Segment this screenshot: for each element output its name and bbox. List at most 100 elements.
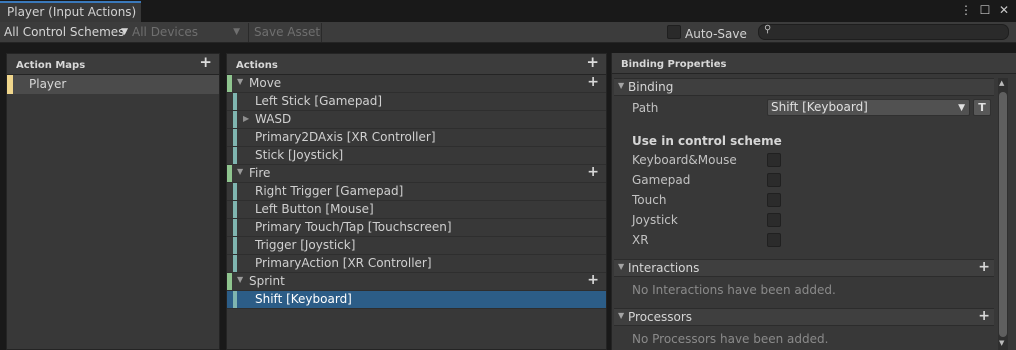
binding-label: Stick [Joystick] [255,148,344,162]
action-label: Sprint [249,274,285,288]
scheme-checkbox-keyboard-mouse[interactable] [767,153,781,167]
binding-label: WASD [255,112,292,126]
foldout-expanded-icon[interactable]: ▼ [237,167,243,176]
binding-label: Primary Touch/Tap [Touchscreen] [255,220,452,234]
actions-pane: Actions + ▼ Move + Left Stick [Gamepad] ▶ WAS… [226,53,607,350]
actions-header: Actions + [227,54,606,75]
path-label: Path [632,101,659,115]
processors-section-label: Processors [628,310,693,324]
foldout-expanded-icon: ▼ [618,262,625,271]
window-tab[interactable]: Player (Input Actions) [0,1,141,22]
action-maps-header: Action Maps + [7,54,219,75]
control-scheme-dropdown[interactable]: All Control Schemes ▼ [4,23,130,42]
window-tab-title: Player (Input Actions) [7,5,137,19]
close-icon[interactable]: ✕ [998,3,1010,17]
binding-color-bar [233,111,237,128]
interactions-section-header[interactable]: ▼ Interactions + [614,259,994,277]
binding-properties-title: Binding Properties [621,59,727,70]
binding-section-label: Binding [628,80,674,94]
binding-color-bar [233,129,237,146]
binding-label: Shift [Keyboard] [255,292,352,306]
add-processor-icon[interactable]: + [978,308,990,324]
scheme-label-joystick: Joystick [632,213,678,227]
binding-color-bar [233,201,237,218]
interactions-empty-note: No Interactions have been added. [632,283,836,297]
binding-label: Primary2DAxis [XR Controller] [255,130,436,144]
add-interaction-icon[interactable]: + [978,259,990,275]
devices-dropdown[interactable]: All Devices ▼ [132,23,242,42]
save-asset-button[interactable]: Save Asset [248,23,322,42]
add-binding-icon[interactable]: + [587,74,599,90]
scheme-checkbox-joystick[interactable] [767,213,781,227]
path-value: Shift [Keyboard] [771,100,868,114]
foldout-expanded-icon: ▼ [618,311,625,320]
binding-section-header[interactable]: ▼ Binding [614,78,994,96]
scrollbar-thumb[interactable] [999,92,1007,337]
path-dropdown[interactable]: Shift [Keyboard] ▼ [767,99,970,116]
foldout-expanded-icon: ▼ [618,81,625,90]
scheme-checkbox-touch[interactable] [767,193,781,207]
kebab-menu-icon[interactable]: ⋮ [960,3,972,17]
scheme-label-touch: Touch [632,193,667,207]
add-binding-icon[interactable]: + [587,164,599,180]
action-color-bar [227,165,232,182]
scroll-down-arrow-icon[interactable]: ▼ [999,339,1004,347]
binding-properties-scrollbar[interactable]: ▲ ▼ [998,78,1008,350]
dropdown-arrow-icon: ▼ [121,27,128,37]
binding-row[interactable]: Left Button [Mouse] [227,201,606,219]
binding-color-bar [233,291,237,308]
action-map-label: Player [29,77,67,91]
action-color-bar [227,75,232,92]
binding-row[interactable]: Stick [Joystick] [227,147,606,165]
scroll-up-arrow-icon[interactable]: ▲ [999,79,1004,87]
binding-row[interactable]: Left Stick [Gamepad] [227,93,606,111]
control-scheme-label: All Control Schemes [4,25,125,39]
search-input[interactable]: ⚲ [758,24,1009,40]
processors-empty-note: No Processors have been added. [632,332,829,346]
search-icon: ⚲ [764,24,772,35]
binding-color-bar [233,183,237,200]
maximize-icon[interactable]: ☐ [979,3,991,17]
foldout-expanded-icon[interactable]: ▼ [237,275,243,284]
auto-save-checkbox[interactable] [667,25,681,39]
binding-row[interactable]: Right Trigger [Gamepad] [227,183,606,201]
action-map-item-player[interactable]: Player [7,75,219,94]
text-mode-button[interactable]: T [973,99,991,116]
window-tab-bar: Player (Input Actions) ⋮ ☐ ✕ [0,0,1016,22]
add-binding-icon[interactable]: + [587,272,599,288]
actions-tree: ▼ Move + Left Stick [Gamepad] ▶ WASD Primary2D… [227,74,606,309]
binding-row[interactable]: Shift [Keyboard] [227,291,606,309]
processors-section-header[interactable]: ▼ Processors + [614,308,994,326]
binding-row[interactable]: Primary Touch/Tap [Touchscreen] [227,219,606,237]
binding-row[interactable]: ▶ WASD [227,111,606,129]
binding-color-bar [233,255,237,272]
auto-save-label: Auto-Save [685,27,747,41]
binding-label: Right Trigger [Gamepad] [255,184,404,198]
action-row[interactable]: ▼ Sprint + [227,272,606,291]
foldout-expanded-icon[interactable]: ▼ [237,77,243,86]
add-action-map-icon[interactable]: + [199,55,212,70]
action-maps-pane: Action Maps + Player [6,53,220,350]
binding-color-bar [233,147,237,164]
binding-row[interactable]: Primary2DAxis [XR Controller] [227,129,606,147]
scheme-checkbox-xr[interactable] [767,233,781,247]
foldout-collapsed-icon[interactable]: ▶ [243,114,249,123]
toolbar: All Control Schemes ▼ All Devices ▼ Save… [0,22,1016,43]
action-label: Fire [249,166,271,180]
scheme-checkbox-gamepad[interactable] [767,173,781,187]
binding-properties-header: Binding Properties [612,53,1016,74]
devices-label: All Devices [132,25,198,39]
actions-title: Actions [236,60,278,71]
action-color-bar [227,273,232,290]
binding-color-bar [233,219,237,236]
binding-color-bar [233,93,237,110]
action-maps-title: Action Maps [16,60,86,71]
binding-row[interactable]: Trigger [Joystick] [227,237,606,255]
binding-row[interactable]: PrimaryAction [XR Controller] [227,255,606,273]
window-controls: ⋮ ☐ ✕ [960,3,1010,17]
scheme-label-keyboard-mouse: Keyboard&Mouse [632,153,737,167]
action-row[interactable]: ▼ Fire + [227,164,606,183]
add-action-icon[interactable]: + [586,55,599,70]
binding-label: Trigger [Joystick] [255,238,356,252]
action-row[interactable]: ▼ Move + [227,74,606,93]
